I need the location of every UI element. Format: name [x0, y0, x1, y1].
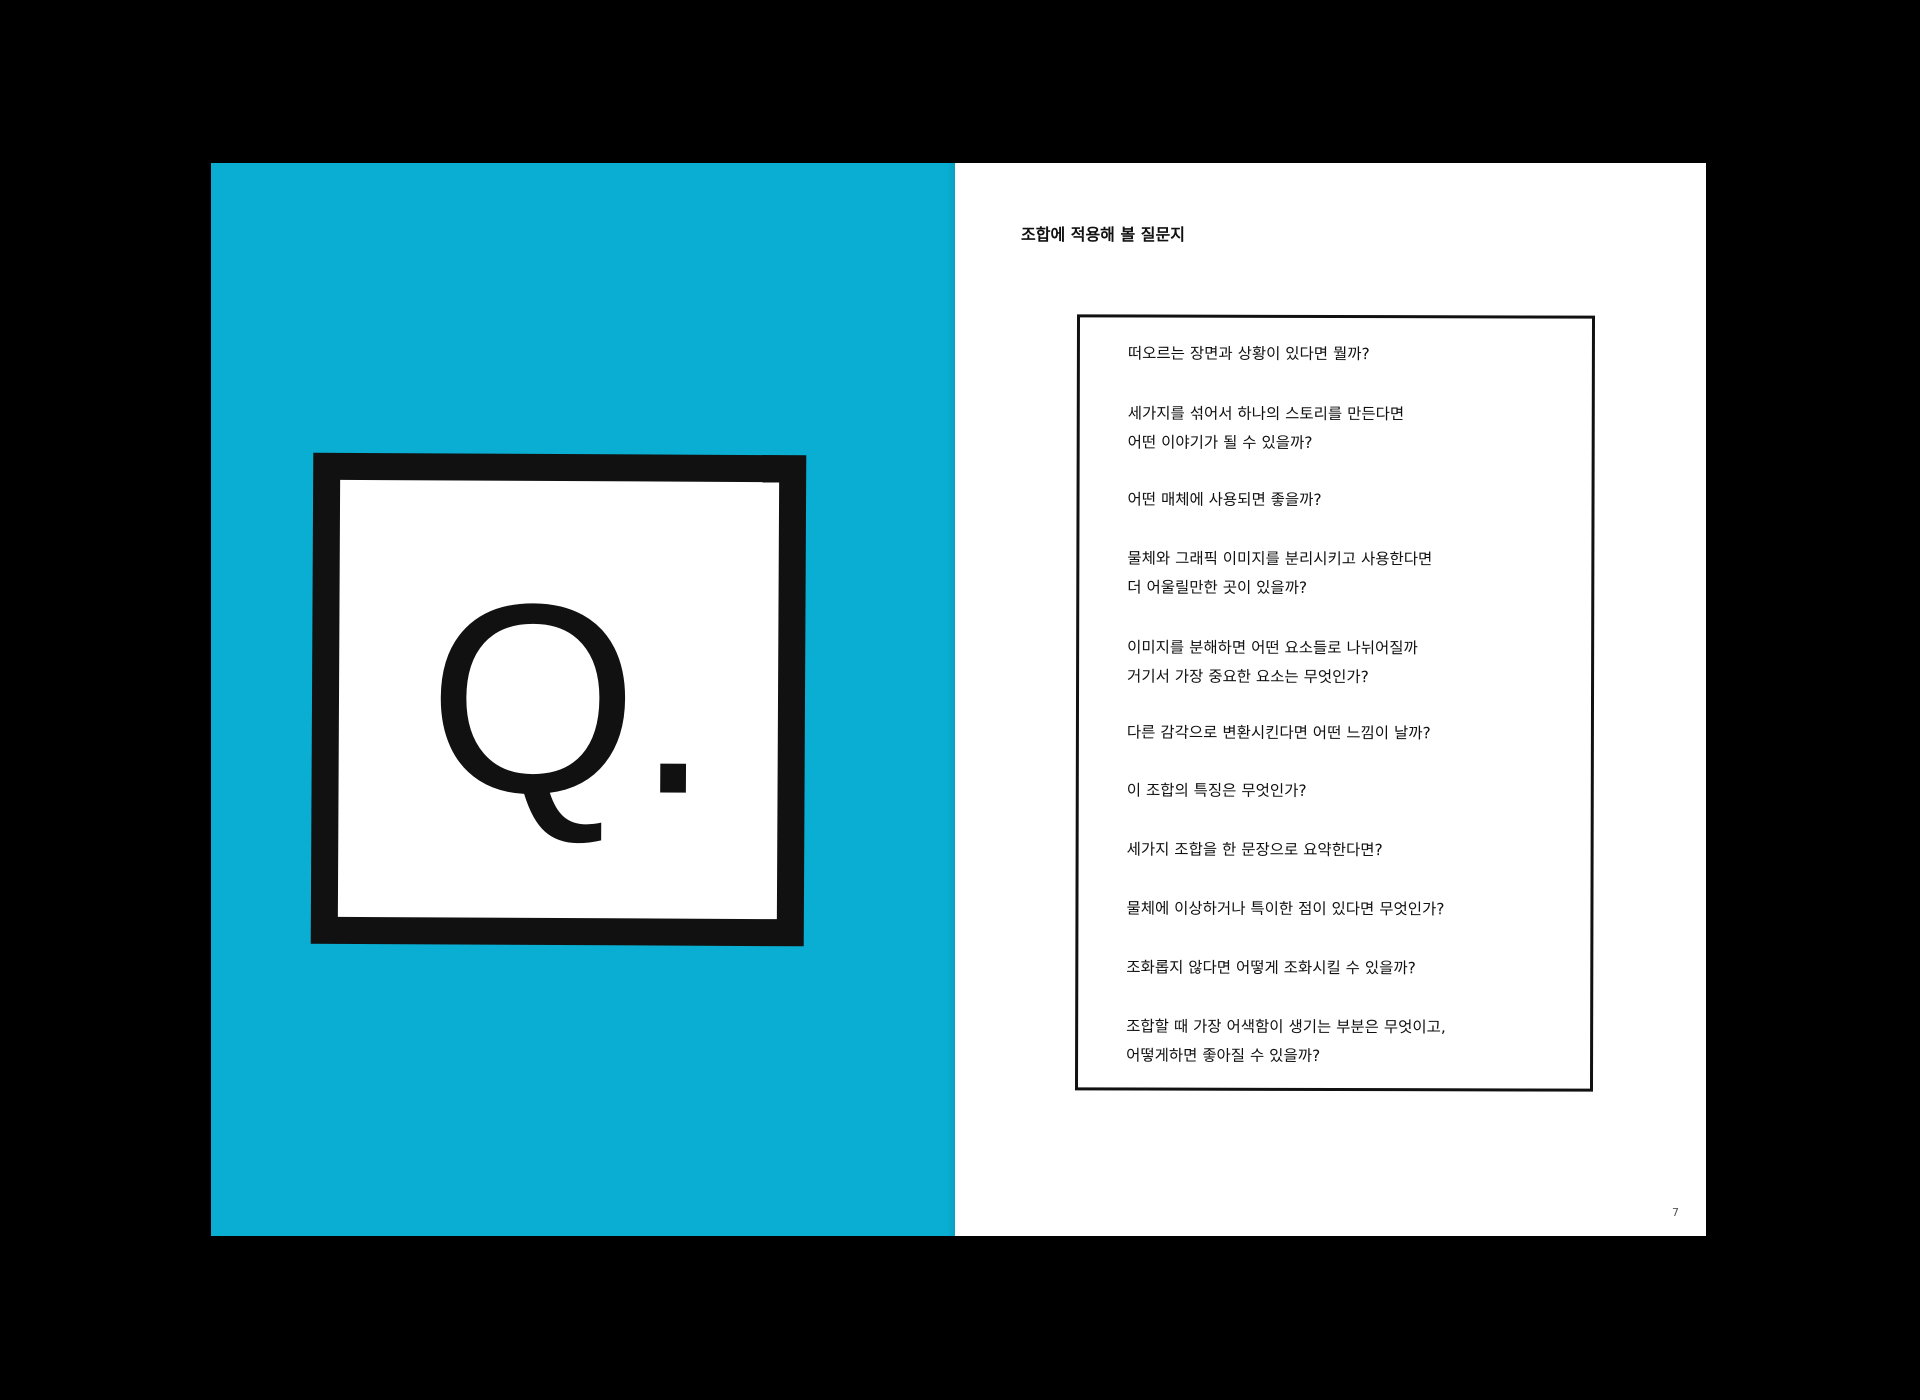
question-line: 세가지를 섞어서 하나의 스토리를 만든다면 [1127, 404, 1405, 424]
q-emblem-inner: Q. [337, 479, 780, 920]
question-line: 떠오르는 장면과 상황이 있다면 뭘까? [1127, 344, 1370, 364]
question-item: 이미지를 분해하면 어떤 요소들로 나뉘어질까 거기서 가장 중요한 요소는 무… [1127, 633, 1418, 692]
question-item: 다른 감각으로 변환시킨다면 어떤 느낌이 날까? [1127, 718, 1431, 748]
question-item: 어떤 매체에 사용되면 좋을까? [1127, 485, 1322, 515]
question-item: 조합할 때 가장 어색함이 생기는 부분은 무엇이고, 어떻게하면 좋아질 수 … [1126, 1012, 1446, 1071]
page-number: 7 [1672, 1206, 1679, 1219]
question-line: 세가지 조합을 한 문장으로 요약한다면? [1126, 840, 1383, 860]
booklet-spread: Q. 조합에 적용해 볼 질문지 떠오르는 장면과 상황이 있다면 뭘까? 세가… [211, 163, 1706, 1236]
question-line: 더 어울릴만한 곳이 있을까? [1127, 578, 1308, 597]
question-item: 떠오르는 장면과 상황이 있다면 뭘까? [1128, 339, 1370, 369]
question-line: 어떤 매체에 사용되면 좋을까? [1127, 490, 1322, 509]
question-line: 거기서 가장 중요한 요소는 무엇인가? [1127, 667, 1369, 687]
question-item: 조화롭지 않다면 어떻게 조화시킬 수 있을까? [1126, 953, 1416, 983]
question-line: 다른 감각으로 변환시킨다면 어떤 느낌이 날까? [1126, 723, 1431, 743]
question-item: 이 조합의 특징은 무엇인가? [1127, 776, 1307, 805]
question-item: 세가지를 섞어서 하나의 스토리를 만든다면 어떤 이야기가 될 수 있을까? [1128, 399, 1405, 458]
question-line: 어떻게하면 좋아질 수 있을까? [1126, 1046, 1321, 1065]
question-line: 물체와 그래픽 이미지를 분리시키고 사용한다면 [1127, 549, 1433, 569]
q-emblem-frame: Q. [310, 452, 807, 947]
question-line: 조화롭지 않다면 어떻게 조화시킬 수 있을까? [1126, 958, 1416, 978]
question-line: 물체에 이상하거나 특이한 점이 있다면 무엇인가? [1126, 899, 1445, 919]
page-heading: 조합에 적용해 볼 질문지 [1021, 225, 1185, 244]
question-item: 물체에 이상하거나 특이한 점이 있다면 무엇인가? [1126, 894, 1444, 924]
question-line: 이 조합의 특징은 무엇인가? [1126, 781, 1307, 800]
q-emblem-letter: Q. [427, 547, 710, 851]
question-item: 세가지 조합을 한 문장으로 요약한다면? [1127, 835, 1383, 865]
question-line: 어떤 이야기가 될 수 있을까? [1127, 433, 1313, 452]
left-page: Q. [211, 163, 955, 1236]
question-list-box: 떠오르는 장면과 상황이 있다면 뭘까? 세가지를 섞어서 하나의 스토리를 만… [1074, 314, 1596, 1092]
question-line: 이미지를 분해하면 어떤 요소들로 나뉘어질까 [1127, 638, 1418, 658]
question-line: 조합할 때 가장 어색함이 생기는 부분은 무엇이고, [1126, 1017, 1446, 1037]
question-item: 물체와 그래픽 이미지를 분리시키고 사용한다면 더 어울릴만한 곳이 있을까? [1127, 544, 1432, 603]
right-page: 조합에 적용해 볼 질문지 떠오르는 장면과 상황이 있다면 뭘까? 세가지를 … [955, 163, 1706, 1236]
